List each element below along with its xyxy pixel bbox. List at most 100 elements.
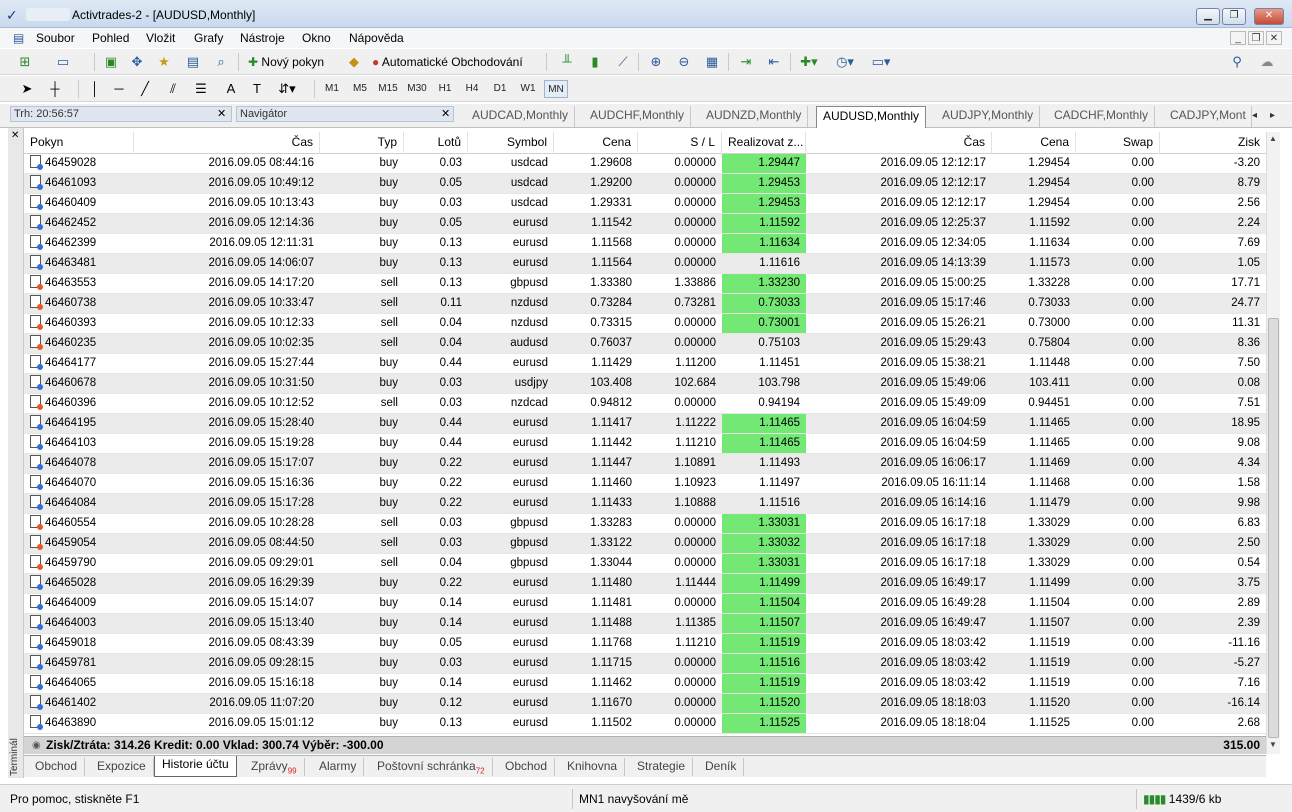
table-row[interactable]: 46459054 2016.09.05 08:44:50 sell 0.03 gbpus… — [24, 534, 1266, 554]
auto-trading-button[interactable]: ● Automatické Obchodování — [372, 52, 523, 72]
chart-tab-audnzd[interactable]: AUDNZD,Monthly — [700, 106, 809, 127]
col-close-time[interactable]: Čas — [806, 132, 992, 154]
indicators-icon[interactable]: ✚▾ — [798, 52, 820, 72]
table-row[interactable]: 46459781 2016.09.05 09:28:15 buy 0.03 eurusd… — [24, 654, 1266, 674]
minimize-button[interactable]: ▁ — [1196, 8, 1220, 25]
table-row[interactable]: 46460409 2016.09.05 10:13:43 buy 0.03 usdcad… — [24, 194, 1266, 214]
table-row[interactable]: 46464195 2016.09.05 15:28:40 buy 0.44 eurusd… — [24, 414, 1266, 434]
horizontal-line-icon[interactable]: ─ — [108, 79, 130, 99]
table-row[interactable]: 46464078 2016.09.05 15:17:07 buy 0.22 eurusd… — [24, 454, 1266, 474]
chart-tab-cadchf[interactable]: CADCHF,Monthly — [1048, 106, 1156, 127]
crosshair-icon[interactable]: ┼ — [44, 79, 66, 99]
menu-view[interactable]: Pohled — [92, 31, 129, 45]
col-order[interactable]: Pokyn — [24, 132, 134, 154]
terminal-close-icon[interactable]: ✕ — [11, 130, 19, 141]
table-row[interactable]: 46459028 2016.09.05 08:44:16 buy 0.03 usdcad… — [24, 154, 1266, 174]
scroll-up-icon[interactable]: ▲ — [1269, 134, 1277, 143]
tab-trade[interactable]: Obchod — [28, 758, 86, 776]
table-row[interactable]: 46460235 2016.09.05 10:02:35 sell 0.04 audus… — [24, 334, 1266, 354]
col-lots[interactable]: Lotů — [404, 132, 468, 154]
table-row[interactable]: 46463890 2016.09.05 15:01:12 buy 0.13 eurusd… — [24, 714, 1266, 734]
timeframe-d1[interactable]: D1 — [488, 80, 512, 98]
table-scrollbar[interactable]: ▲ ▼ — [1266, 132, 1280, 754]
col-symbol[interactable]: Symbol — [468, 132, 554, 154]
tab-mailbox[interactable]: Poštovní schránka72 — [370, 758, 493, 776]
equidistant-channel-icon[interactable]: ⫽ — [162, 79, 184, 99]
table-row[interactable]: 46460554 2016.09.05 10:28:28 sell 0.03 gbpus… — [24, 514, 1266, 534]
timeframe-w1[interactable]: W1 — [516, 80, 540, 98]
menu-help[interactable]: Nápověda — [349, 31, 404, 45]
col-open-time[interactable]: Čas — [134, 132, 320, 154]
tab-library[interactable]: Knihovna — [560, 758, 626, 776]
chart-tab-audusd[interactable]: AUDUSD,Monthly — [816, 106, 927, 128]
navigator-icon[interactable]: ★ — [153, 52, 175, 72]
tab-news[interactable]: Zprávy99 — [244, 758, 305, 776]
timeframe-h1[interactable]: H1 — [433, 80, 457, 98]
col-sl[interactable]: S / L — [638, 132, 722, 154]
table-row[interactable]: 46459790 2016.09.05 09:29:01 sell 0.04 gbpus… — [24, 554, 1266, 574]
chart-tab-audcad[interactable]: AUDCAD,Monthly — [466, 106, 576, 127]
fibonacci-icon[interactable]: ☰ — [190, 79, 212, 99]
table-row[interactable]: 46463553 2016.09.05 14:17:20 sell 0.13 gbpus… — [24, 274, 1266, 294]
table-row[interactable]: 46464003 2016.09.05 15:13:40 buy 0.14 eurusd… — [24, 614, 1266, 634]
table-row[interactable]: 46462399 2016.09.05 12:11:31 buy 0.13 eurusd… — [24, 234, 1266, 254]
timeframe-m30[interactable]: M30 — [404, 80, 430, 98]
table-row[interactable]: 46460393 2016.09.05 10:12:33 sell 0.04 nzdus… — [24, 314, 1266, 334]
mdi-close-button[interactable]: ✕ — [1266, 31, 1282, 45]
navigator-close-icon[interactable]: ✕ — [441, 107, 450, 120]
profiles-icon[interactable]: ▭ — [52, 52, 74, 72]
table-row[interactable]: 46462452 2016.09.05 12:14:36 buy 0.05 eurusd… — [24, 214, 1266, 234]
tab-scroll-right-icon[interactable]: ▸ — [1270, 110, 1275, 121]
table-row[interactable]: 46464177 2016.09.05 15:27:44 buy 0.44 eurusd… — [24, 354, 1266, 374]
chart-tab-audjpy[interactable]: AUDJPY,Monthly — [936, 106, 1041, 127]
table-row[interactable]: 46464070 2016.09.05 15:16:36 buy 0.22 eurusd… — [24, 474, 1266, 494]
timeframe-m15[interactable]: M15 — [375, 80, 401, 98]
vertical-line-icon[interactable]: │ — [84, 79, 106, 99]
chat-icon[interactable]: ☁ — [1256, 52, 1278, 72]
col-take-profit[interactable]: Realizovat z... — [722, 132, 806, 154]
col-open-price[interactable]: Cena — [554, 132, 638, 154]
tile-windows-icon[interactable]: ▦ — [701, 52, 723, 72]
tab-exposure[interactable]: Expozice — [90, 758, 154, 776]
new-order-button[interactable]: ✚ Nový pokyn — [248, 52, 324, 72]
market-watch-icon[interactable]: ▣ — [100, 52, 122, 72]
scroll-down-icon[interactable]: ▼ — [1269, 740, 1277, 749]
search-icon[interactable]: ⚲ — [1226, 52, 1248, 72]
tab-alerts[interactable]: Alarmy — [312, 758, 365, 776]
zoom-in-icon[interactable]: ⊕ — [645, 52, 667, 72]
col-swap[interactable]: Swap — [1076, 132, 1160, 154]
chart-tab-audchf[interactable]: AUDCHF,Monthly — [584, 106, 692, 127]
terminal-icon[interactable]: ▤ — [182, 52, 204, 72]
timeframe-mn[interactable]: MN — [544, 80, 568, 98]
col-profit[interactable]: Zisk — [1160, 132, 1266, 154]
col-close-price[interactable]: Cena — [992, 132, 1076, 154]
table-row[interactable]: 46464103 2016.09.05 15:19:28 buy 0.44 eurusd… — [24, 434, 1266, 454]
cursor-icon[interactable]: ➤ — [16, 79, 38, 99]
tab-strategies[interactable]: Strategie — [630, 758, 694, 776]
tab-journal[interactable]: Deník — [698, 758, 745, 776]
table-row[interactable]: 46464084 2016.09.05 15:17:28 buy 0.22 eurusd… — [24, 494, 1266, 514]
table-row[interactable]: 46460396 2016.09.05 10:12:52 sell 0.03 nzdca… — [24, 394, 1266, 414]
tab-market[interactable]: Obchod — [498, 758, 556, 776]
chart-tab-cadjpy[interactable]: CADJPY,Mont — [1164, 106, 1252, 127]
table-row[interactable]: 46463481 2016.09.05 14:06:07 buy 0.13 eurusd… — [24, 254, 1266, 274]
table-row[interactable]: 46464009 2016.09.05 15:14:07 buy 0.14 eurusd… — [24, 594, 1266, 614]
periods-icon[interactable]: ◷▾ — [834, 52, 856, 72]
candlestick-icon[interactable]: ▮ — [584, 52, 606, 72]
table-row[interactable]: 46465028 2016.09.05 16:29:39 buy 0.22 eurusd… — [24, 574, 1266, 594]
mdi-minimize-button[interactable]: _ — [1230, 31, 1246, 45]
tab-account-history[interactable]: Historie účtu — [154, 756, 237, 777]
templates-icon[interactable]: ▭▾ — [870, 52, 892, 72]
table-row[interactable]: 46461402 2016.09.05 11:07:20 buy 0.12 eurusd… — [24, 694, 1266, 714]
text-label-icon[interactable]: T — [246, 79, 268, 99]
menu-charts[interactable]: Grafy — [194, 31, 223, 45]
auto-scroll-icon[interactable]: ⇥ — [735, 52, 757, 72]
line-chart-icon[interactable]: ⟋ — [612, 52, 634, 72]
arrows-icon[interactable]: ⇵▾ — [276, 79, 298, 99]
trendline-icon[interactable]: ╱ — [134, 79, 156, 99]
timeframe-m1[interactable]: M1 — [320, 80, 344, 98]
table-row[interactable]: 46460738 2016.09.05 10:33:47 sell 0.11 nzdus… — [24, 294, 1266, 314]
menu-file[interactable]: Soubor — [36, 31, 75, 45]
scrollbar-thumb[interactable] — [1268, 318, 1279, 738]
table-row[interactable]: 46461093 2016.09.05 10:49:12 buy 0.05 usdcad… — [24, 174, 1266, 194]
